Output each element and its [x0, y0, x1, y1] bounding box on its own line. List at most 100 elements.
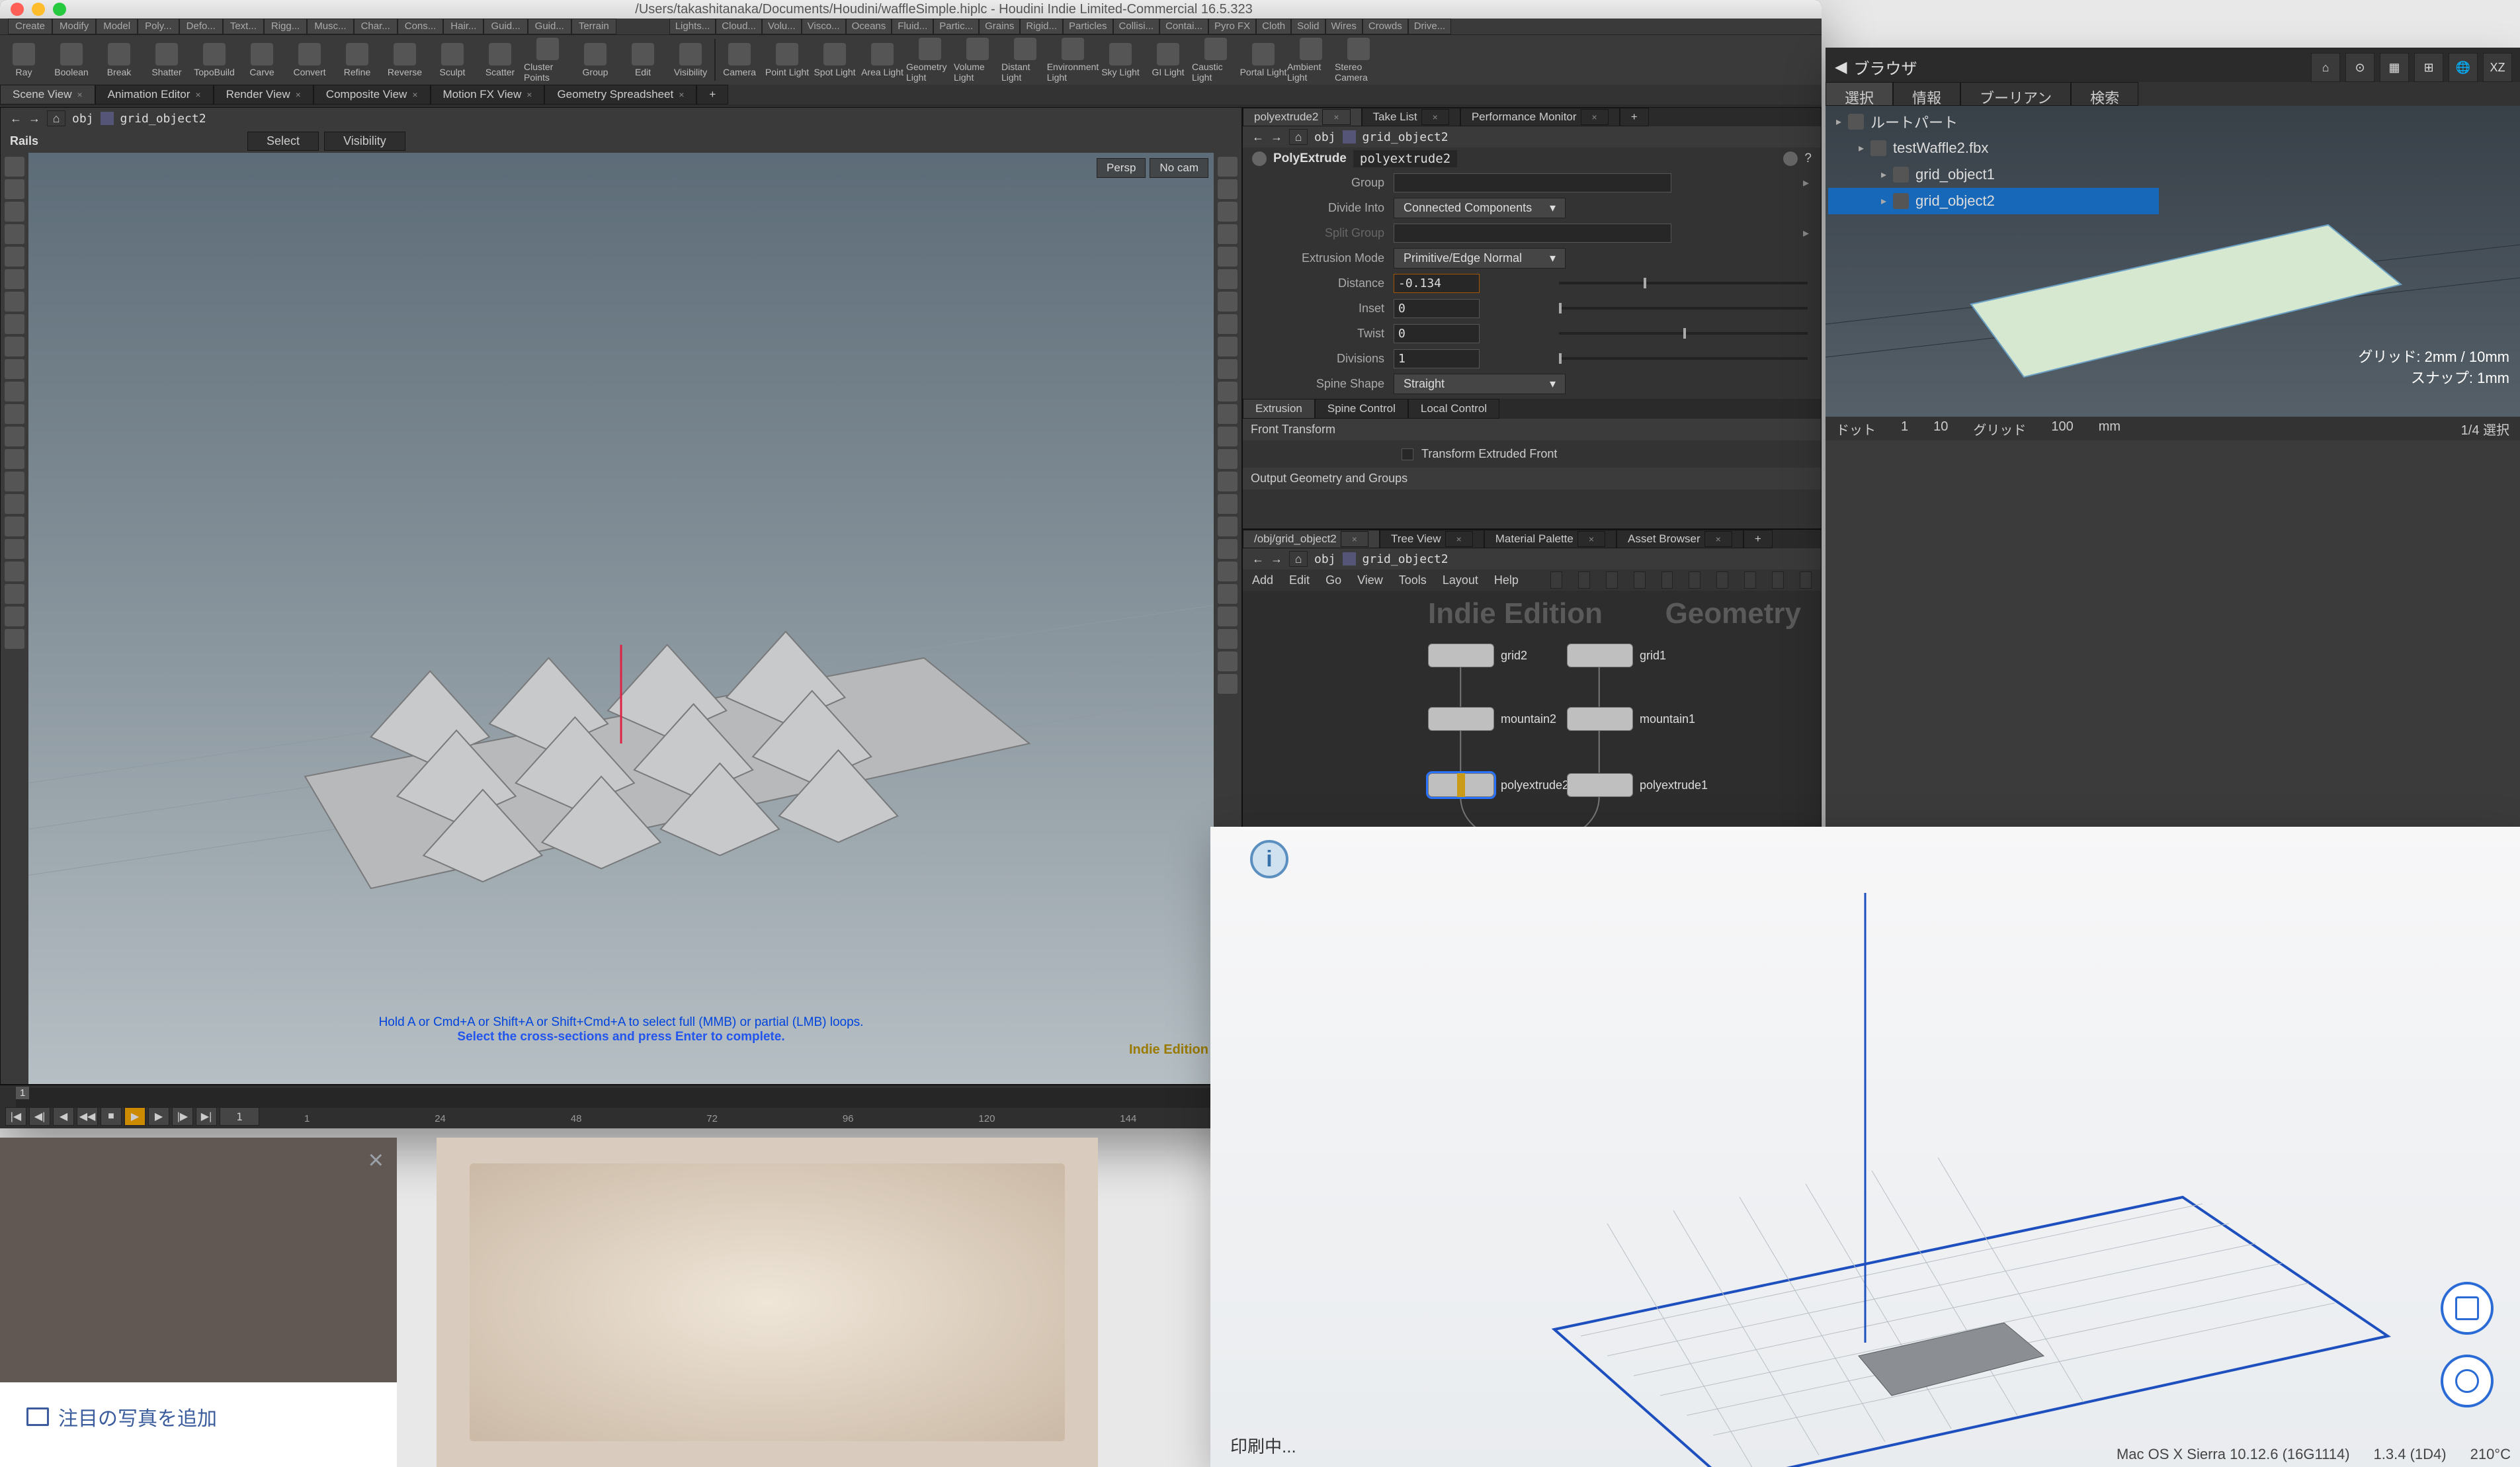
- net-toolbar-icon[interactable]: [1800, 571, 1812, 589]
- shelf-tool-shatter[interactable]: Shatter: [143, 35, 190, 85]
- view-button[interactable]: ⊞: [2414, 53, 2443, 82]
- vp-tool-icon[interactable]: [5, 157, 24, 177]
- shelf-tool-environment-light[interactable]: Environment Light: [1049, 35, 1097, 85]
- fusion-tab[interactable]: 情報: [1893, 82, 1960, 106]
- vp-display-icon[interactable]: [1218, 427, 1238, 446]
- node-polyextrude1[interactable]: polyextrude1: [1567, 773, 1708, 797]
- vp-tool-icon[interactable]: [5, 404, 24, 424]
- shelf-tool-visibility[interactable]: Visibility: [667, 35, 714, 85]
- view-button[interactable]: ▦: [2380, 53, 2409, 82]
- path-part[interactable]: grid_object2: [1363, 130, 1449, 144]
- tree-row[interactable]: ▸testWaffle2.fbx: [1828, 135, 2159, 161]
- next-key-icon[interactable]: |▶: [172, 1107, 193, 1126]
- add-featured-photo[interactable]: 注目の写真を追加: [0, 1382, 397, 1451]
- node-grid1[interactable]: grid1: [1567, 644, 1666, 667]
- net-toolbar-icon[interactable]: [1716, 571, 1728, 589]
- net-toolbar-icon[interactable]: [1661, 571, 1673, 589]
- vp-display-icon[interactable]: [1218, 269, 1238, 289]
- shelf-tool-camera[interactable]: Camera: [716, 35, 763, 85]
- shelf-tool-stereo-camera[interactable]: Stereo Camera: [1335, 35, 1382, 85]
- menu-item[interactable]: View: [1357, 573, 1383, 587]
- vp-display-icon[interactable]: [1218, 292, 1238, 312]
- close-icon[interactable]: ×: [1421, 109, 1449, 125]
- path-part[interactable]: grid_object2: [1363, 552, 1449, 566]
- vp-tool-icon[interactable]: [5, 292, 24, 312]
- pane-tab[interactable]: +: [1743, 530, 1773, 548]
- fb-image[interactable]: [0, 1138, 397, 1382]
- vp-tool-icon[interactable]: [5, 584, 24, 604]
- pane-tab[interactable]: Tree View×: [1380, 530, 1484, 548]
- shelf-tab[interactable]: Char...: [354, 19, 398, 34]
- pane-tab[interactable]: +: [1620, 108, 1649, 126]
- camera-button[interactable]: [2441, 1355, 2494, 1407]
- net-toolbar-icon[interactable]: [1550, 571, 1562, 589]
- tree-row[interactable]: ▸grid_object1: [1828, 161, 2159, 188]
- shelf-tool-volume-light[interactable]: Volume Light: [954, 35, 1001, 85]
- close-icon[interactable]: [11, 3, 24, 16]
- pane-tab[interactable]: +: [696, 85, 728, 105]
- prev-key-icon[interactable]: ◀|: [29, 1107, 50, 1126]
- vp-tool-icon[interactable]: [5, 449, 24, 469]
- tab-local[interactable]: Local Control: [1408, 399, 1499, 419]
- path-part[interactable]: obj: [1314, 130, 1336, 144]
- menu-item[interactable]: Tools: [1399, 573, 1427, 587]
- info-icon[interactable]: i: [1250, 840, 1288, 878]
- shelf-tool-geometry-light[interactable]: Geometry Light: [906, 35, 954, 85]
- shelf-tab[interactable]: Oceans: [846, 19, 892, 34]
- vp-display-icon[interactable]: [1218, 651, 1238, 671]
- fusion-tab[interactable]: 検索: [2071, 82, 2138, 106]
- vp-tool-icon[interactable]: [5, 517, 24, 536]
- scale-item[interactable]: ドット: [1836, 419, 1876, 439]
- vp-tool-icon[interactable]: [5, 202, 24, 222]
- shelf-tab[interactable]: Drive...: [1408, 19, 1452, 34]
- vp-tool-icon[interactable]: [5, 427, 24, 446]
- shelf-tab[interactable]: Cons...: [398, 19, 444, 34]
- shelf-tool-edit[interactable]: Edit: [619, 35, 667, 85]
- vp-display-icon[interactable]: [1218, 314, 1238, 334]
- shelf-tool-convert[interactable]: Convert: [286, 35, 333, 85]
- inset-slider[interactable]: [1559, 307, 1808, 310]
- vp-display-icon[interactable]: [1218, 202, 1238, 222]
- vp-tool-icon[interactable]: [5, 314, 24, 334]
- shelf-tab[interactable]: Modify: [52, 19, 96, 34]
- vp-display-icon[interactable]: [1218, 404, 1238, 424]
- shelf-tab[interactable]: Cloth: [1256, 19, 1291, 34]
- minimize-icon[interactable]: [32, 3, 45, 16]
- select-button[interactable]: Select: [247, 132, 319, 151]
- shelf-tool-boolean[interactable]: Boolean: [48, 35, 95, 85]
- pane-tab[interactable]: polyextrude2×: [1243, 108, 1362, 126]
- node-polyextrude2[interactable]: polyextrude2: [1428, 773, 1569, 797]
- pane-tab[interactable]: Render View×: [214, 85, 314, 105]
- shelf-tab[interactable]: Guid...: [483, 19, 527, 34]
- menu-item[interactable]: Layout: [1443, 573, 1478, 587]
- shelf-tab[interactable]: Model: [96, 19, 138, 34]
- vp-display-icon[interactable]: [1218, 359, 1238, 379]
- menu-item[interactable]: Help: [1494, 573, 1519, 587]
- fusion-3d-view[interactable]: グリッド: 2mm / 10mm スナップ: 1mm ▸ルートパート▸testW…: [1826, 106, 2520, 417]
- group-field[interactable]: [1394, 173, 1671, 192]
- close-icon[interactable]: ×: [77, 89, 82, 100]
- path-part[interactable]: obj: [1314, 552, 1336, 566]
- shelf-tool-sky-light[interactable]: Sky Light: [1097, 35, 1144, 85]
- viewport-canvas[interactable]: [28, 153, 1214, 1084]
- play-back-icon[interactable]: ◀◀: [77, 1107, 98, 1126]
- shelf-tool-break[interactable]: Break: [95, 35, 143, 85]
- shelf-tab[interactable]: Defo...: [179, 19, 223, 34]
- vp-display-icon[interactable]: [1218, 674, 1238, 694]
- zoom-icon[interactable]: [53, 3, 66, 16]
- shelf-tab[interactable]: Guid...: [528, 19, 571, 34]
- vp-tool-icon[interactable]: [5, 337, 24, 356]
- section-header[interactable]: Output Geometry and Groups: [1243, 468, 1821, 489]
- step-back-icon[interactable]: ◀: [53, 1107, 74, 1126]
- path-part[interactable]: obj: [72, 112, 94, 126]
- shelf-tab[interactable]: Pyro FX: [1208, 19, 1256, 34]
- section-header[interactable]: Front Transform: [1243, 419, 1821, 440]
- gear-icon[interactable]: [1783, 151, 1798, 166]
- net-toolbar-icon[interactable]: [1634, 571, 1646, 589]
- shelf-tool-caustic-light[interactable]: Caustic Light: [1192, 35, 1239, 85]
- node-grid2[interactable]: grid2: [1428, 644, 1527, 667]
- shelf-tool-reverse[interactable]: Reverse: [381, 35, 429, 85]
- twist-field[interactable]: [1394, 324, 1480, 343]
- vp-display-icon[interactable]: [1218, 539, 1238, 559]
- shelf-tab[interactable]: Cloud...: [716, 19, 762, 34]
